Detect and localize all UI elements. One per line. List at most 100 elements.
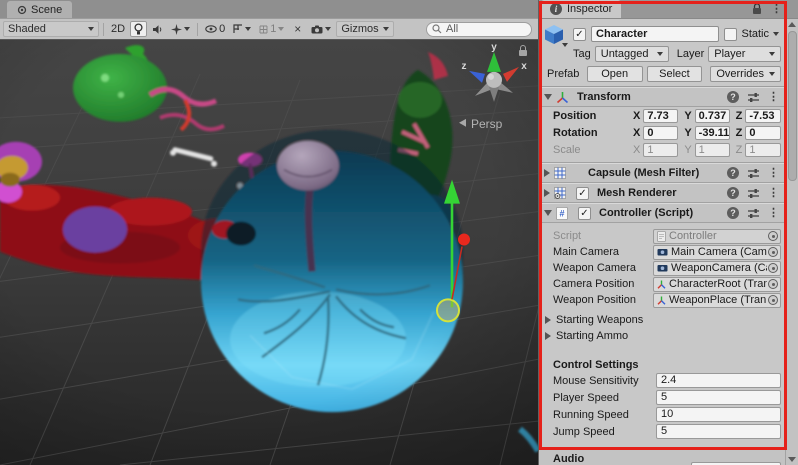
foldout-open-icon[interactable] — [544, 94, 552, 100]
weapon-position-row: Weapon Position WeaponPlace (Tran — [539, 292, 785, 308]
rotation-y-field[interactable]: -39.11 — [695, 126, 730, 140]
grid-visibility-button[interactable] — [230, 21, 254, 37]
scrollbar-thumb[interactable] — [788, 31, 797, 181]
jump-speed-row: Jump Speed 5 — [539, 423, 785, 440]
mesh-renderer-enabled-checkbox[interactable]: ✓ — [576, 187, 589, 200]
kebab-menu-icon[interactable]: ⋮ — [768, 188, 779, 199]
position-y-field[interactable]: 0.737 — [695, 109, 730, 123]
foldout-closed-icon[interactable] — [544, 189, 550, 197]
scale-x-field[interactable]: 1 — [643, 143, 678, 157]
chevron-down-icon — [325, 27, 331, 31]
foldout-closed-icon[interactable] — [544, 169, 550, 177]
active-checkbox[interactable]: ✓ — [573, 28, 586, 41]
toolbar-divider — [197, 23, 198, 36]
controller-enabled-checkbox[interactable]: ✓ — [578, 207, 591, 220]
object-picker-icon[interactable] — [768, 247, 778, 257]
scene-visibility-button[interactable]: 0 — [202, 21, 228, 37]
axis-z-label[interactable]: z — [462, 61, 467, 72]
weapon-camera-object-field[interactable]: WeaponCamera (Ca — [653, 261, 781, 276]
draw-mode-label: Shaded — [8, 23, 84, 35]
scene-viewport[interactable]: y x z Persp — [0, 40, 538, 465]
audio-title: Audio — [553, 453, 584, 465]
audio-section-header[interactable]: Audio — [539, 447, 785, 465]
starting-ammo-label: Starting Ammo — [556, 330, 628, 342]
help-icon[interactable]: ? — [727, 187, 739, 199]
starting-weapons-foldout[interactable]: Starting Weapons — [539, 312, 785, 328]
foldout-open-icon[interactable] — [544, 210, 552, 216]
help-icon[interactable]: ? — [727, 91, 739, 103]
prefab-select-button[interactable]: Select — [647, 66, 703, 82]
kebab-menu-icon[interactable]: ⋮ — [768, 208, 779, 219]
gizmos-dropdown[interactable]: Gizmos — [336, 21, 393, 37]
scene-search-input[interactable]: All — [426, 22, 532, 37]
camera-position-object-field[interactable]: CharacterRoot (Tran — [653, 277, 781, 292]
tool-x-button[interactable]: × — [289, 21, 306, 37]
chevron-down-icon — [245, 27, 251, 31]
scroll-up-arrow[interactable] — [788, 22, 796, 27]
jump-speed-field[interactable]: 5 — [656, 424, 781, 439]
presets-icon[interactable] — [747, 168, 760, 179]
prefab-overrides-dropdown[interactable]: Overrides — [710, 66, 781, 82]
scale-row: Scale X1 Y1 Z1 — [539, 141, 785, 158]
object-picker-icon[interactable] — [768, 295, 778, 305]
object-picker-icon[interactable] — [768, 231, 778, 241]
camera-position-value: CharacterRoot (Tran — [669, 278, 767, 290]
snap-settings-button[interactable]: 1 — [256, 21, 287, 37]
scale-z-field[interactable]: 1 — [745, 143, 781, 157]
static-checkbox[interactable] — [724, 28, 737, 41]
axis-y-label: Y — [684, 144, 691, 156]
scene-3d-render: y x z Persp — [0, 40, 538, 465]
gizmos-label: Gizmos — [341, 23, 378, 35]
draw-mode-dropdown[interactable]: Shaded — [3, 21, 99, 37]
position-x-field[interactable]: 7.73 — [643, 109, 678, 123]
lighting-toggle-button[interactable] — [130, 21, 147, 37]
presets-icon[interactable] — [747, 208, 760, 219]
player-speed-field[interactable]: 5 — [656, 390, 781, 405]
object-picker-icon[interactable] — [768, 263, 778, 273]
effects-dropdown-button[interactable] — [168, 21, 193, 37]
mesh-filter-component-header[interactable]: Capsule (Mesh Filter) ? ⋮ — [539, 163, 785, 183]
tab-inspector[interactable]: i Inspector — [541, 0, 621, 18]
help-icon[interactable]: ? — [727, 167, 739, 179]
mode-2d-button[interactable]: 2D — [108, 21, 128, 37]
transform-component-header[interactable]: Transform ? ⋮ — [539, 87, 785, 107]
scroll-down-arrow[interactable] — [788, 457, 796, 462]
audio-toggle-button[interactable] — [149, 21, 166, 37]
tag-dropdown[interactable]: Untagged — [595, 46, 669, 62]
help-icon[interactable]: ? — [727, 207, 739, 219]
presets-icon[interactable] — [747, 188, 760, 199]
kebab-menu-icon[interactable]: ⋮ — [771, 4, 782, 15]
object-picker-icon[interactable] — [768, 279, 778, 289]
axis-x-label[interactable]: x — [521, 61, 527, 72]
starting-ammo-foldout[interactable]: Starting Ammo — [539, 328, 785, 344]
axis-z-label: Z — [736, 144, 743, 156]
scale-y-field[interactable]: 1 — [695, 143, 730, 157]
tab-scene[interactable]: Scene — [7, 1, 72, 18]
running-speed-label: Running Speed — [553, 409, 656, 421]
lock-icon[interactable] — [752, 3, 762, 15]
weapon-position-object-field[interactable]: WeaponPlace (Tran — [653, 293, 781, 308]
kebab-menu-icon[interactable]: ⋮ — [768, 92, 779, 103]
controller-component-header[interactable]: # ✓ Controller (Script) ? ⋮ — [539, 203, 785, 223]
mesh-renderer-component-header[interactable]: ✓ Mesh Renderer ? ⋮ — [539, 183, 785, 203]
scale-label: Scale — [553, 144, 633, 156]
gameobject-name-field[interactable]: Character — [591, 26, 719, 42]
prefab-cube-icon[interactable] — [543, 23, 568, 45]
script-object-field[interactable]: Controller — [653, 229, 781, 244]
presets-icon[interactable] — [747, 92, 760, 103]
foldout-closed-icon — [545, 316, 551, 324]
chevron-down-icon[interactable] — [773, 32, 779, 36]
rotation-x-field[interactable]: 0 — [643, 126, 678, 140]
kebab-menu-icon[interactable]: ⋮ — [768, 168, 779, 179]
scene-toolbar: Shaded 2D — [0, 18, 538, 40]
camera-settings-button[interactable] — [308, 21, 334, 37]
position-z-field[interactable]: -7.53 — [745, 109, 781, 123]
running-speed-field[interactable]: 10 — [656, 407, 781, 422]
mouse-sensitivity-field[interactable]: 2.4 — [656, 373, 781, 388]
main-camera-object-field[interactable]: Main Camera (Came — [653, 245, 781, 260]
axis-y-label[interactable]: y — [491, 42, 497, 53]
layer-dropdown[interactable]: Player — [708, 46, 781, 62]
inspector-scrollbar[interactable] — [785, 19, 798, 465]
prefab-open-button[interactable]: Open — [587, 66, 643, 82]
rotation-z-field[interactable]: 0 — [745, 126, 781, 140]
